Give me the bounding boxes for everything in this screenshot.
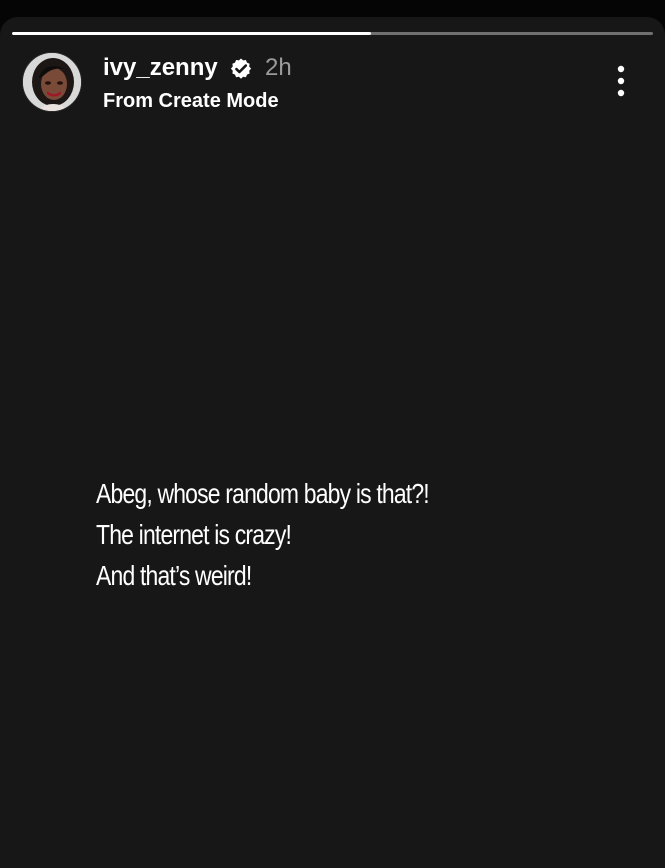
story-screen: ivy_zenny 2h From Create Mode Abeg, whos… [0,0,665,868]
story-progress-fill [12,32,371,35]
story-line-1: Abeg, whose random baby is that?! [96,478,430,509]
verified-badge-icon [230,58,252,79]
user-avatar[interactable] [22,52,82,112]
story-line-2: The internet is crazy! [96,519,292,550]
post-time: 2h [265,54,292,81]
more-vertical-icon [617,65,625,97]
story-line-3: And that’s weird! [96,560,252,591]
more-options-button[interactable] [603,61,639,101]
story-text: Abeg, whose random baby is that?! The in… [96,473,616,596]
story-container: ivy_zenny 2h From Create Mode Abeg, whos… [0,17,665,868]
story-subtitle: From Create Mode [103,90,279,112]
story-progress-bar [12,32,653,35]
username[interactable]: ivy_zenny [103,51,218,85]
